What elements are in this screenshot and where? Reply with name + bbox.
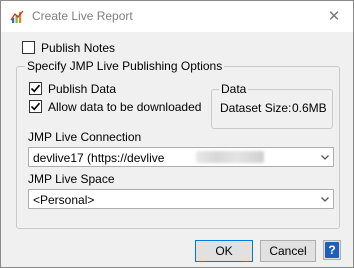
close-icon[interactable]: ✕ [322,6,346,26]
data-group-legend: Data [219,82,249,96]
publishing-options-legend: Specify JMP Live Publishing Options [25,59,225,73]
connection-label: JMP Live Connection [28,130,142,144]
check-icon [30,84,41,93]
ok-button[interactable]: OK [195,240,253,262]
publish-data-label: Publish Data [48,82,117,96]
dataset-size-value: 0.6MB [292,101,327,115]
connection-value: devlive17 (https://devlive [33,151,165,165]
title-bar: Create Live Report ✕ [1,1,353,32]
window-title: Create Live Report [32,9,133,23]
create-live-report-dialog: Create Live Report ✕ Publish Notes Speci… [0,0,354,268]
allow-download-checkbox[interactable] [29,100,42,113]
publish-notes-checkbox[interactable] [22,41,35,54]
publish-notes-label: Publish Notes [41,41,116,55]
chevron-down-icon [321,197,329,202]
help-icon: ? [325,242,339,258]
allow-download-label: Allow data to be downloaded [48,100,202,114]
jmp-app-icon [9,9,25,25]
help-button[interactable]: ? [323,240,341,260]
connection-select[interactable]: devlive17 (https://devlive [28,147,334,167]
chevron-down-icon [321,155,329,160]
cancel-button[interactable]: Cancel [260,240,316,262]
dataset-size-label: Dataset Size: [220,101,292,115]
check-icon [30,102,41,111]
redacted-url [196,151,264,163]
space-value: <Personal> [33,193,95,207]
space-select[interactable]: <Personal> [28,189,334,209]
publish-data-checkbox[interactable] [29,82,42,95]
space-label: JMP Live Space [28,172,115,186]
